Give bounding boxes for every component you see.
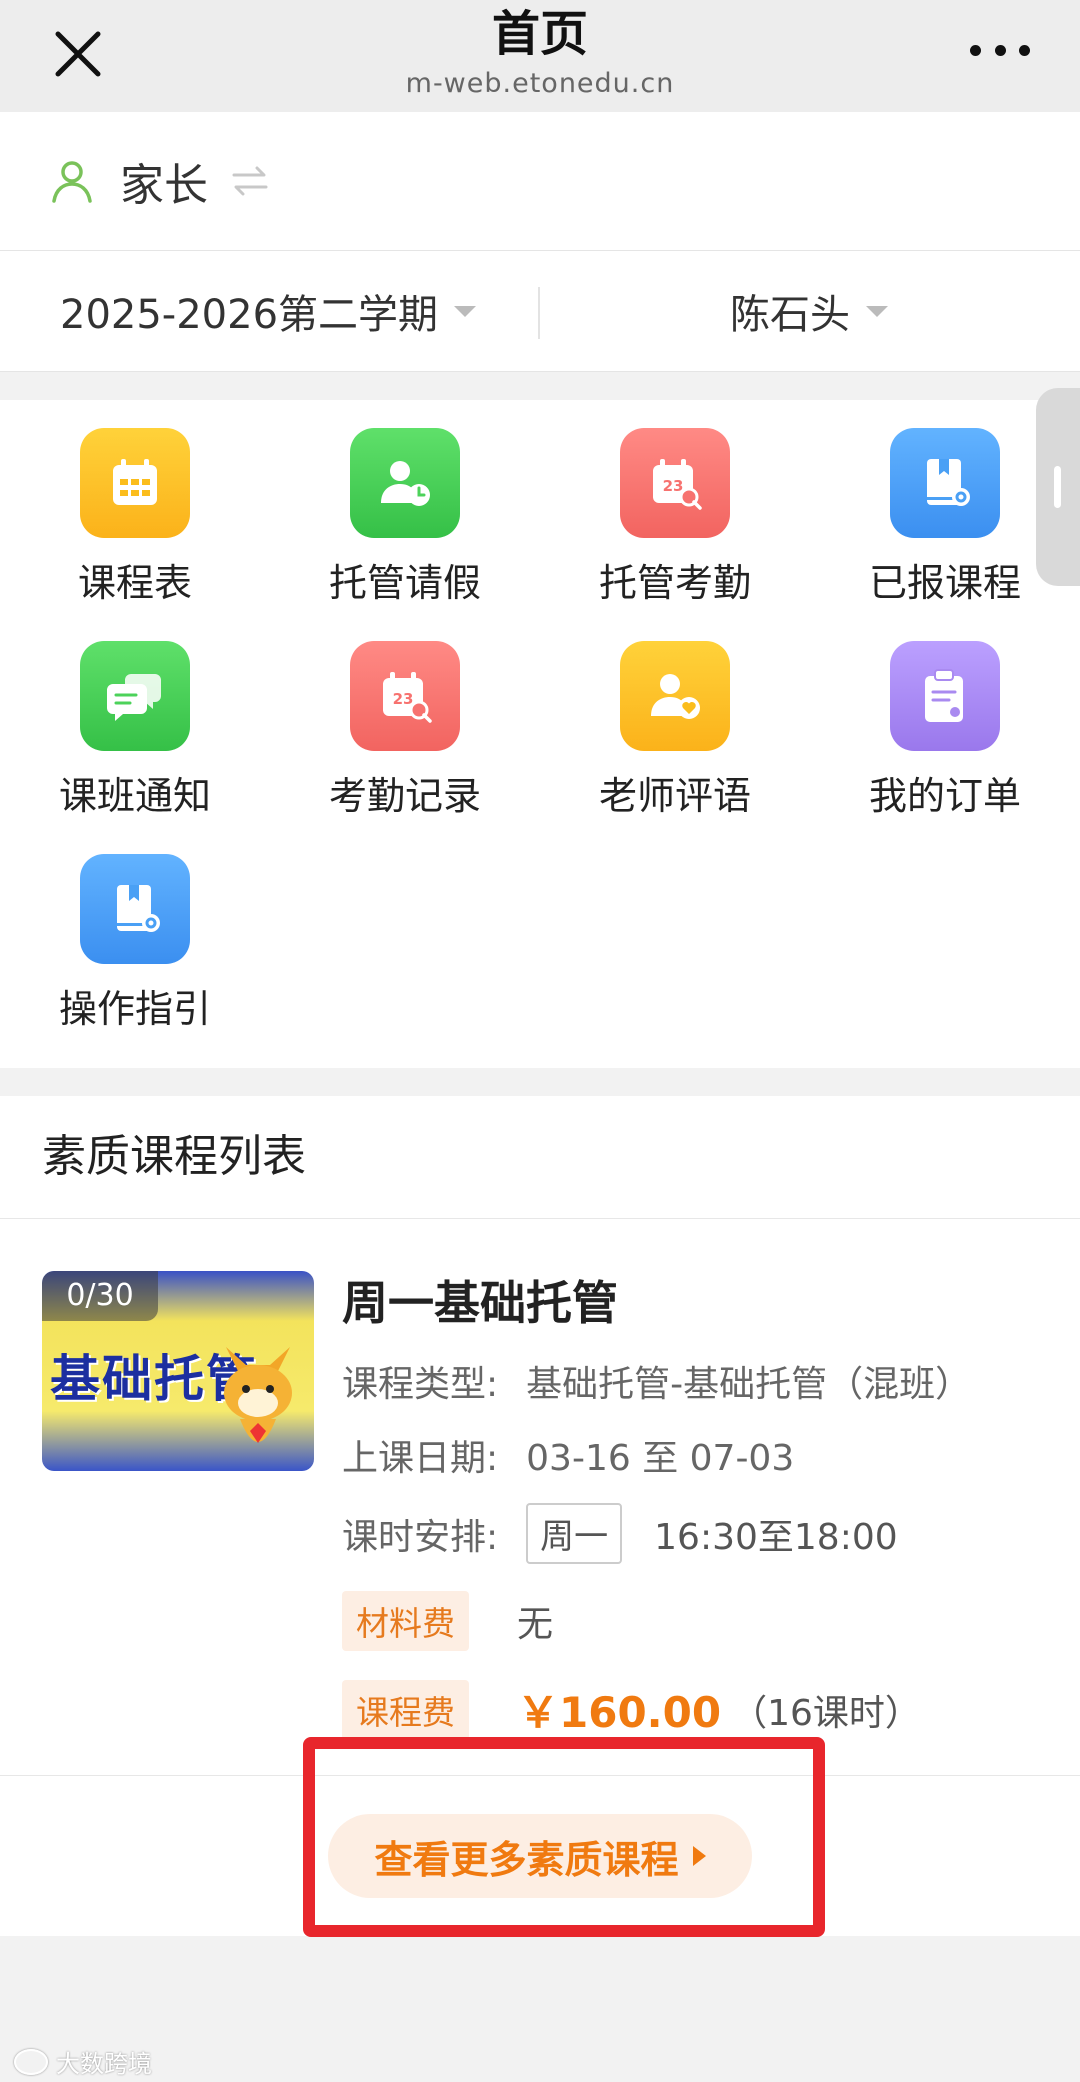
schedule-time: 16:30至18:00: [654, 1516, 898, 1558]
course-date-value: 03-16 至 07-03: [526, 1438, 795, 1479]
watermark: 大数跨境: [14, 2044, 152, 2079]
course-date-label: 上课日期:: [342, 1438, 499, 1479]
menu-label: 课程表: [77, 561, 192, 605]
divider: [538, 287, 540, 339]
role-label: 家长: [120, 160, 208, 211]
page-url: m-web.etonedu.cn: [405, 68, 675, 99]
calendar-day: 23: [393, 690, 414, 708]
watermark-text: 大数跨境: [56, 2050, 152, 2078]
course-type-label: 课程类型:: [342, 1364, 499, 1405]
person-clock-icon: [350, 428, 460, 538]
menu-item-schedule[interactable]: 课程表: [0, 400, 270, 610]
floating-handle[interactable]: [1036, 388, 1080, 586]
user-icon: [52, 161, 92, 203]
page-title: 首页: [491, 6, 588, 62]
function-menu: 课程表 托管请假 23 托管考勤 已报课程 课班通知 23 考勤记录 老师评语 …: [0, 388, 1080, 1068]
filter-bar: 2025-2026第二学期 陈石头: [0, 251, 1080, 372]
course-type-value: 基础托管-基础托管（混班）: [526, 1364, 972, 1405]
student-value: 陈石头: [730, 292, 850, 338]
role-switcher[interactable]: 家长: [0, 112, 1080, 251]
menu-item-orders[interactable]: 我的订单: [810, 613, 1080, 823]
menu-label: 托管考勤: [598, 561, 751, 605]
menu-label: 托管请假: [328, 561, 481, 605]
dot: [970, 44, 981, 56]
chat-bubble-icon: [80, 641, 190, 751]
handle-bar: [1054, 466, 1061, 508]
top-bar: 首页 m-web.etonedu.cn: [0, 0, 1080, 112]
course-type-row: 课程类型: 基础托管-基础托管（混班）: [342, 1355, 971, 1407]
swap-icon[interactable]: [230, 161, 270, 201]
menu-label: 老师评语: [598, 774, 751, 818]
more-options-icon[interactable]: [970, 38, 1030, 62]
material-fee-tag: 材料费: [342, 1591, 469, 1651]
term-value: 2025-2026第二学期: [60, 292, 439, 338]
section-title: 素质课程列表: [0, 1096, 1080, 1219]
calendar-icon: [80, 428, 190, 538]
annotation-highlight-box: [303, 1737, 825, 1937]
course-name: 周一基础托管: [342, 1276, 618, 1330]
course-fee-tag: 课程费: [342, 1679, 469, 1740]
schedule-day-badge: 周一: [526, 1503, 623, 1564]
caret-down-icon: [866, 305, 888, 317]
term-select[interactable]: 2025-2026第二学期: [60, 251, 477, 371]
menu-label: 我的订单: [868, 774, 1021, 818]
course-price: ￥160.00: [517, 1688, 722, 1737]
course-fee-row: 课程费 ￥160.00 （16课时）: [342, 1679, 921, 1740]
menu-label: 考勤记录: [328, 774, 481, 818]
clipboard-icon: [890, 641, 1000, 751]
calendar-day: 23: [663, 477, 684, 495]
menu-label: 操作指引: [58, 987, 211, 1031]
caret-down-icon: [454, 305, 477, 317]
menu-label: 课班通知: [58, 774, 211, 818]
book-gear-icon: [80, 854, 190, 964]
dot: [1019, 44, 1030, 56]
course-schedule-label: 课时安排:: [342, 1516, 499, 1558]
menu-item-attendance[interactable]: 23 托管考勤: [540, 400, 810, 610]
person-heart-icon: [620, 641, 730, 751]
course-thumbnail: 0/30 基础托管: [42, 1271, 314, 1471]
calendar-search-icon: 23: [350, 641, 460, 751]
enrollment-count: 0/30: [42, 1271, 158, 1321]
menu-item-attendance-record[interactable]: 23 考勤记录: [270, 613, 540, 823]
book-gear-icon: [890, 428, 1000, 538]
course-hours: （16课时）: [731, 1692, 921, 1734]
menu-item-teacher-comments[interactable]: 老师评语: [540, 613, 810, 823]
menu-item-guide[interactable]: 操作指引: [0, 826, 270, 1036]
title-block: 首页 m-web.etonedu.cn: [0, 6, 1080, 102]
fox-mascot-icon: [224, 1347, 292, 1443]
course-schedule-row: 课时安排: 周一 16:30至18:00: [342, 1503, 898, 1564]
material-fee-row: 材料费 无: [342, 1591, 553, 1651]
dot: [994, 44, 1006, 56]
course-card[interactable]: 0/30 基础托管 周一基础托管 课程类型: 基础托管-基础托管（混班） 上课日…: [0, 1219, 1080, 1771]
course-date-row: 上课日期: 03-16 至 07-03: [342, 1429, 794, 1481]
menu-item-leave[interactable]: 托管请假: [270, 400, 540, 610]
menu-item-notice[interactable]: 课班通知: [0, 613, 270, 823]
material-fee-value: 无: [517, 1604, 554, 1645]
calendar-search-icon: 23: [620, 428, 730, 538]
watermark-logo-icon: [14, 2048, 48, 2075]
student-select[interactable]: 陈石头: [730, 251, 888, 371]
